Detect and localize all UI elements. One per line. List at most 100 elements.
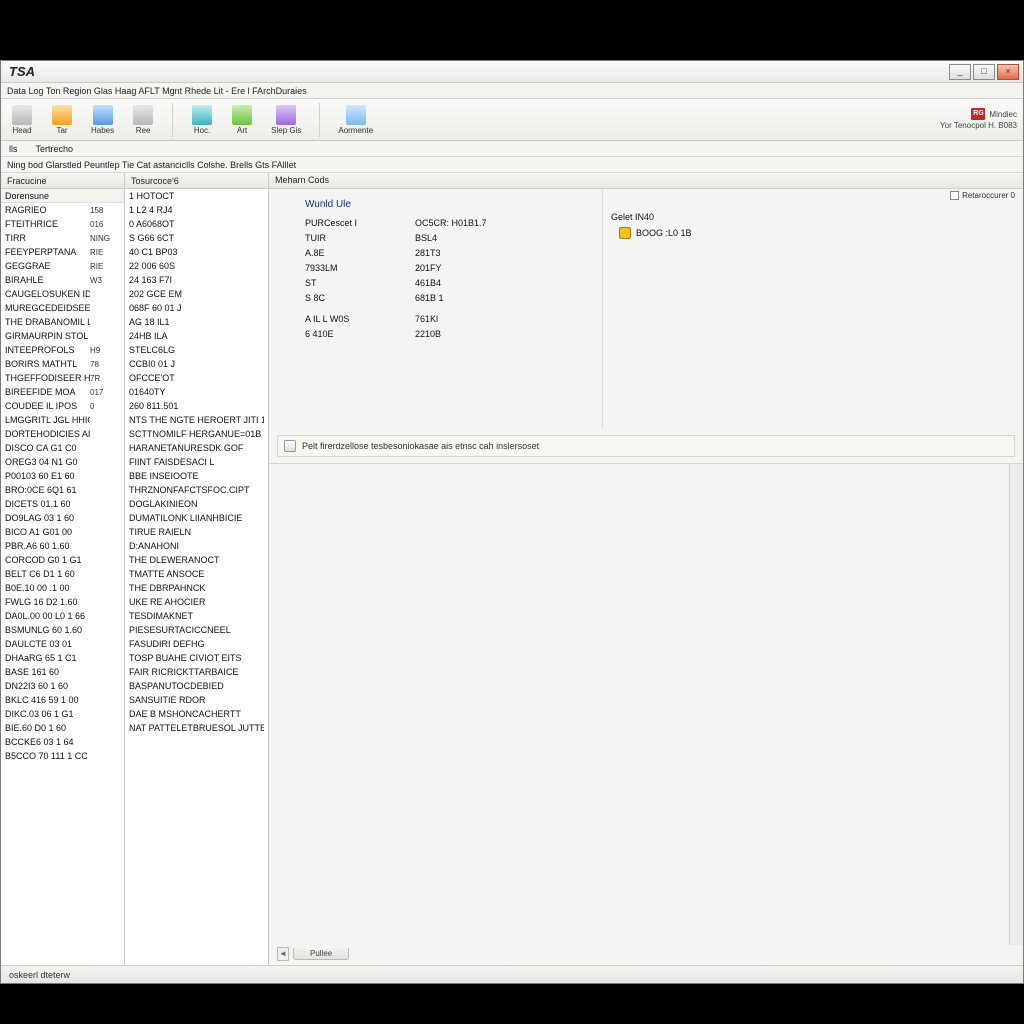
list-item[interactable]: BASPANUTOCDEBIED: [125, 679, 268, 693]
list-item[interactable]: OFCCE'OT: [125, 371, 268, 385]
list-item[interactable]: SCTTNOMILF HERGANUE=01B: [125, 427, 268, 441]
list-item[interactable]: GIRMAURPIN STOL FLL: [1, 329, 124, 343]
toolbar-button[interactable]: Art: [227, 103, 257, 137]
list-item[interactable]: S G66 6CT: [125, 231, 268, 245]
list-item[interactable]: DO9LAG 03 1 60: [1, 511, 124, 525]
list-item[interactable]: CCBI0 01 J: [125, 357, 268, 371]
list-item[interactable]: 260 811.501: [125, 399, 268, 413]
list-item[interactable]: THRZNONFAFCTSFOC.CIPT: [125, 483, 268, 497]
list-item[interactable]: AG 18 IL1: [125, 315, 268, 329]
checkbox-icon[interactable]: [950, 191, 959, 200]
list-item[interactable]: SANSUITIE RDOR: [125, 693, 268, 707]
list-item[interactable]: D:ANAHONI: [125, 539, 268, 553]
tab[interactable]: Pullee: [293, 948, 349, 960]
list-item[interactable]: INTEEPROFOLSH9: [1, 343, 124, 357]
resource-toggle[interactable]: Retaroccurer 0: [950, 191, 1015, 200]
subbar-item[interactable]: Tertrecho: [36, 144, 74, 154]
list-item[interactable]: BELT C6 D1 1 60: [1, 567, 124, 581]
subbar-item[interactable]: lls: [9, 144, 18, 154]
list-item[interactable]: BASE 161 60: [1, 665, 124, 679]
tree-item[interactable]: BOOG :L0 1B: [611, 225, 1015, 241]
list-item[interactable]: 1 L2 4 RJ4: [125, 203, 268, 217]
list-item[interactable]: TIRUE RAIELN: [125, 525, 268, 539]
list-item[interactable]: BRO:0CE 6Q1 61: [1, 483, 124, 497]
left-column-header[interactable]: Dorensune: [1, 189, 124, 203]
list-item[interactable]: DUMATILONK LIIANHBICIE: [125, 511, 268, 525]
list-item[interactable]: 40 C1 BP03: [125, 245, 268, 259]
list-item[interactable]: B0E.10 00 .1 00: [1, 581, 124, 595]
list-item[interactable]: 202 GCE EM: [125, 287, 268, 301]
list-item[interactable]: DIKC.03 06 1 G1: [1, 707, 124, 721]
menu-bar[interactable]: Data Log Ton Region Glas Haag AFLT Mgnt …: [1, 83, 1023, 99]
toolbar-button[interactable]: Tar: [47, 103, 77, 137]
close-button[interactable]: ×: [997, 64, 1019, 80]
maximize-button[interactable]: □: [973, 64, 995, 80]
list-item[interactable]: 1 HOTOCT: [125, 189, 268, 203]
list-item[interactable]: UKE RE AHOCIER: [125, 595, 268, 609]
list-item[interactable]: DHAaRG 65 1 C1: [1, 651, 124, 665]
list-item[interactable]: 01640TY: [125, 385, 268, 399]
list-item[interactable]: 068F 60 01 J: [125, 301, 268, 315]
list-item[interactable]: NAT PATTELETBRUESOL JUTTE: [125, 721, 268, 735]
list-item[interactable]: LMGGRITL JGL HHIGIE: [1, 413, 124, 427]
list-item[interactable]: DAE B MSHONCACHERTT: [125, 707, 268, 721]
list-item[interactable]: FAIR RICRICKTTARBAICE: [125, 665, 268, 679]
list-item[interactable]: GEGGRAERIE: [1, 259, 124, 273]
list-item[interactable]: FTEITHRICE016: [1, 217, 124, 231]
list-item[interactable]: DICETS 01.1 60: [1, 497, 124, 511]
list-item[interactable]: FEEYPERPTANARIE: [1, 245, 124, 259]
mid-list[interactable]: 1 HOTOCT1 L2 4 RJ40 A6068OTS G66 6CT40 C…: [125, 189, 268, 965]
list-item[interactable]: DOGLAKINIEON: [125, 497, 268, 511]
list-item[interactable]: COUDEE IL IPOS0: [1, 399, 124, 413]
list-item[interactable]: PIESESURTACICCNEEL: [125, 623, 268, 637]
list-item[interactable]: BKLC 416 59 1 00: [1, 693, 124, 707]
list-item[interactable]: DN22I3 60 1 60: [1, 679, 124, 693]
tree-root[interactable]: Gelet IN40: [611, 209, 1015, 225]
list-item[interactable]: CORCOD G0 1 G1: [1, 553, 124, 567]
list-item[interactable]: THE DRABANOMIL L: [1, 315, 124, 329]
list-item[interactable]: DAULCTE 03 01: [1, 637, 124, 651]
list-item[interactable]: 0 A6068OT: [125, 217, 268, 231]
toolbar-button[interactable]: Ree: [128, 103, 158, 137]
list-item[interactable]: TOSP BUAHE CIVIOT EITS: [125, 651, 268, 665]
filter-bar[interactable]: Ning bod Glarstled Peuntlep Tie Cat asta…: [1, 157, 1023, 173]
toolbar-button[interactable]: Hoc.: [187, 103, 217, 137]
list-item[interactable]: PBR.A6 60 1.60: [1, 539, 124, 553]
list-item[interactable]: TIRRNING: [1, 231, 124, 245]
list-item[interactable]: 22 006 60S: [125, 259, 268, 273]
list-item[interactable]: HARANETANURESDK GOF: [125, 441, 268, 455]
list-item[interactable]: BIREEFIDE MOA017: [1, 385, 124, 399]
list-item[interactable]: FIINT FAISDESACI L: [125, 455, 268, 469]
list-item[interactable]: THGEFFODISEER HASCS7R: [1, 371, 124, 385]
scrollbar[interactable]: [1009, 464, 1023, 945]
minimize-button[interactable]: _: [949, 64, 971, 80]
list-item[interactable]: BIRAHLEW3: [1, 273, 124, 287]
toolbar-button[interactable]: Slep Gis: [267, 103, 305, 137]
list-item[interactable]: DA0L.00 00 L0 1 66: [1, 609, 124, 623]
list-item[interactable]: CAUGELOSUKEN IDHT-B: [1, 287, 124, 301]
list-item[interactable]: DORTEHODICIES AI: [1, 427, 124, 441]
list-item[interactable]: THE DLEWERANOCT: [125, 553, 268, 567]
list-item[interactable]: STELC6LG: [125, 343, 268, 357]
list-item[interactable]: FASUDIRI DEFHG: [125, 637, 268, 651]
list-item[interactable]: BORIRS MATHTL78: [1, 357, 124, 371]
list-item[interactable]: BICO A1 G01 00: [1, 525, 124, 539]
list-item[interactable]: NTS THE NGTE HEROERT JITI 1: [125, 413, 268, 427]
list-item[interactable]: BSMUNLG 60 1.60: [1, 623, 124, 637]
list-item[interactable]: RAGRIEO158: [1, 203, 124, 217]
list-item[interactable]: 24HB ILA: [125, 329, 268, 343]
list-item[interactable]: 24 163 F7I: [125, 273, 268, 287]
toolbar-button[interactable]: Head: [7, 103, 37, 137]
list-item[interactable]: BIE.60 D0 1 60: [1, 721, 124, 735]
list-item[interactable]: FWLG 16 D2 1.60: [1, 595, 124, 609]
list-item[interactable]: THE DBRPAHNCK: [125, 581, 268, 595]
list-item[interactable]: BCCKE6 03 1 64: [1, 735, 124, 749]
list-item[interactable]: TMATTE ANSOCE: [125, 567, 268, 581]
list-item[interactable]: B5CCO 70 111 1 CC: [1, 749, 124, 763]
tab-prev-button[interactable]: ◄: [277, 947, 289, 961]
list-item[interactable]: OREG3 04 N1 G0: [1, 455, 124, 469]
list-item[interactable]: DISCO CA G1 C0: [1, 441, 124, 455]
list-item[interactable]: P00103 60 E1 60: [1, 469, 124, 483]
left-list[interactable]: RAGRIEO158FTEITHRICE016TIRRNINGFEEYPERPT…: [1, 203, 124, 965]
toolbar-button[interactable]: Habes: [87, 103, 118, 137]
